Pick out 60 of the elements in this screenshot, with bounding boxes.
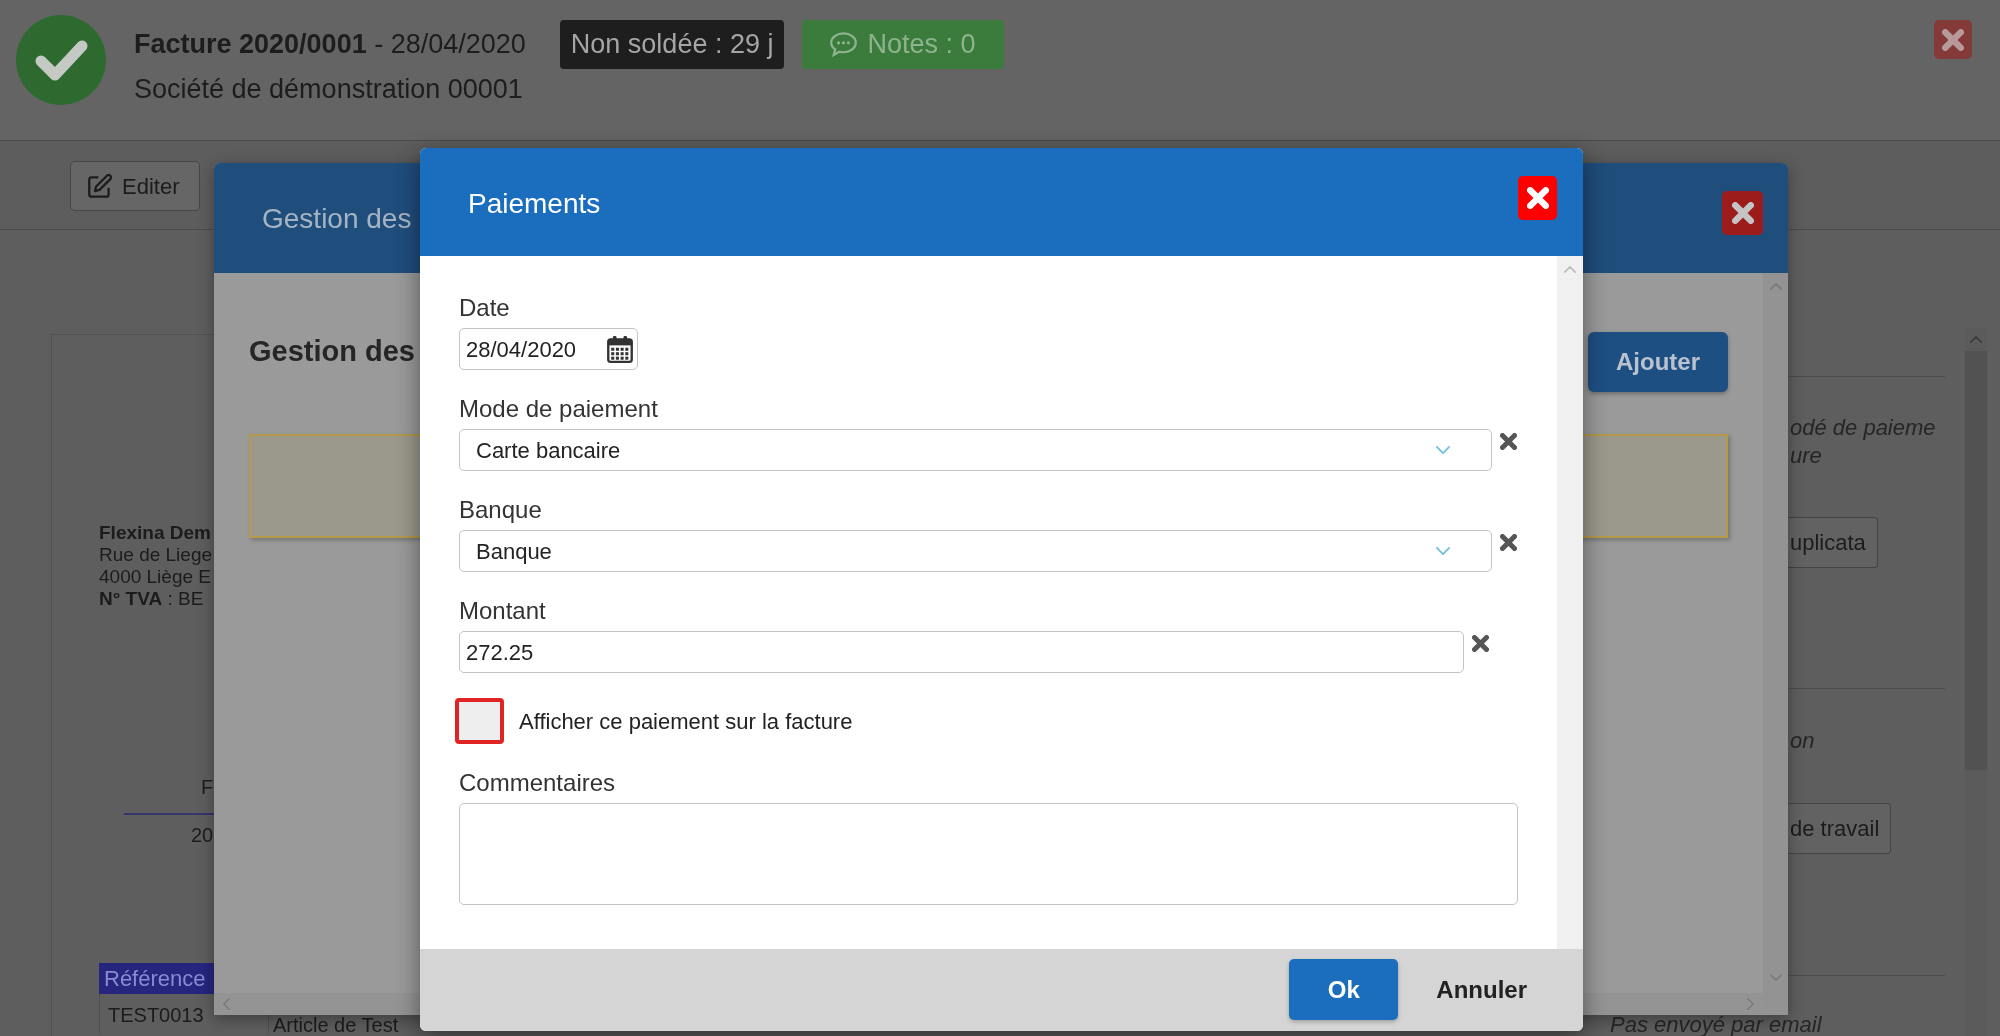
date-text: 20	[191, 823, 214, 847]
dialog-title: Gestion des	[262, 202, 412, 236]
select-field[interactable]: Carte bancaire	[459, 429, 1492, 471]
chevron-down-icon	[1769, 974, 1782, 981]
chevron-down-icon	[1436, 547, 1450, 555]
chevron-up-icon	[1769, 283, 1782, 290]
select-field[interactable]: Banque	[459, 530, 1492, 572]
note-text: ure	[1790, 442, 1822, 470]
section-heading: Gestion des	[249, 334, 415, 369]
field-label: Banque	[459, 496, 542, 524]
cancel-button[interactable]: Annuler	[1426, 959, 1537, 1020]
vertical-scrollbar[interactable]	[1557, 256, 1583, 949]
calendar-icon[interactable]	[607, 335, 633, 363]
status-text: Pas envoyé par email	[1610, 1015, 1822, 1035]
chevron-left-icon	[223, 998, 230, 1010]
field-label: Mode de paiement	[459, 395, 658, 423]
close-button[interactable]	[1934, 20, 1972, 59]
chevron-up-icon	[1970, 336, 1982, 343]
vertical-scrollbar[interactable]	[1763, 273, 1788, 1015]
close-icon	[1942, 28, 1964, 51]
close-icon	[1731, 202, 1754, 224]
edit-button[interactable]: Editer	[70, 161, 201, 211]
address-line: N° TVA : BE	[99, 588, 204, 610]
field-label: Commentaires	[459, 769, 616, 797]
chevron-down-icon	[1436, 446, 1450, 454]
table-cell: TEST0013	[108, 1004, 204, 1025]
table-cell: Article de Test	[273, 1014, 399, 1036]
note-text: on	[1790, 727, 1815, 755]
note-text: odé de paieme	[1790, 414, 1936, 442]
checkbox[interactable]	[455, 698, 504, 744]
dialog-title: Paiements	[468, 187, 601, 221]
close-button[interactable]	[1518, 176, 1557, 220]
edit-icon	[87, 173, 112, 199]
clear-icon[interactable]	[1500, 433, 1517, 450]
action-button[interactable]: de travail	[1788, 803, 1892, 854]
clear-icon[interactable]	[1472, 635, 1489, 652]
address-line: Rue de Liege	[99, 544, 213, 566]
field-label: Montant	[459, 597, 546, 625]
invoice-title: Facture 2020/0001 - 28/04/2020	[134, 28, 526, 61]
chevron-up-icon	[1564, 266, 1576, 273]
date-field[interactable]: 28/04/2020	[459, 328, 638, 370]
field-label: Date	[459, 294, 510, 322]
status-badge: Non soldée : 29 j	[559, 19, 785, 69]
ok-button[interactable]: Ok	[1289, 959, 1399, 1020]
comment-field[interactable]	[459, 803, 1518, 905]
chevron-right-icon	[1747, 998, 1754, 1010]
address-line: 4000 Liège E	[99, 566, 211, 588]
check-circle-icon	[16, 15, 106, 105]
close-icon	[1526, 187, 1549, 209]
action-button[interactable]: uplicata	[1788, 517, 1878, 568]
company-name: Flexina Dem	[99, 522, 211, 544]
add-button[interactable]: Ajouter	[1588, 332, 1728, 392]
clear-icon[interactable]	[1500, 534, 1517, 551]
checkbox-label: Afficher ce paiement sur la facture	[519, 707, 853, 736]
table-header-cell: Référence	[99, 963, 215, 994]
close-button[interactable]	[1722, 191, 1763, 235]
chat-bubble-icon	[830, 31, 858, 57]
column-title: F	[201, 775, 214, 799]
company-name: Société de démonstration 00001	[134, 73, 523, 105]
amount-field[interactable]: 272.25	[459, 631, 1464, 673]
